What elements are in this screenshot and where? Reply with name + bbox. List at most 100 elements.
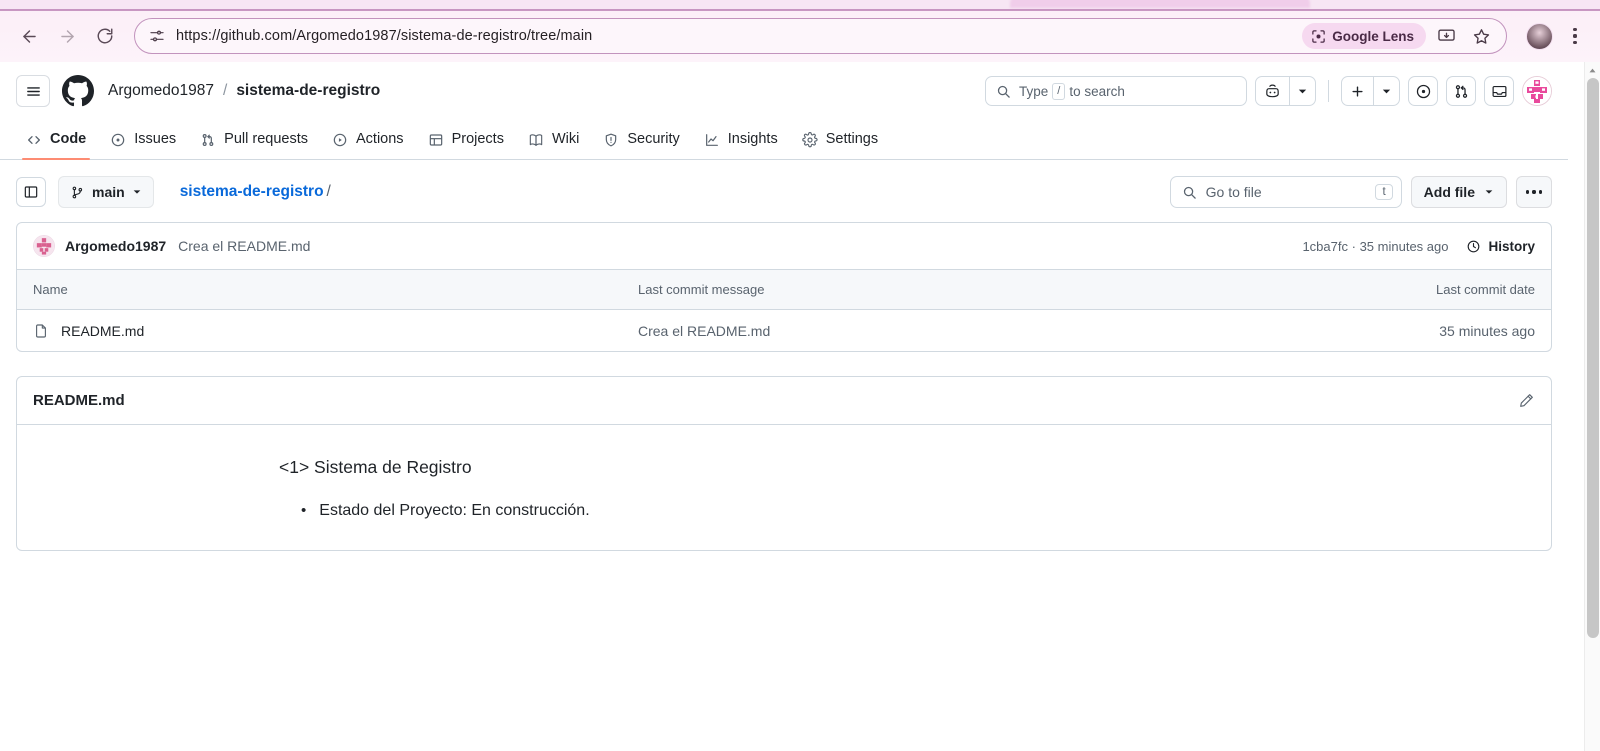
copilot-chevron-down-icon[interactable] (1289, 77, 1315, 105)
plus-icon[interactable] (1342, 77, 1373, 105)
history-button[interactable]: History (1466, 239, 1535, 254)
commit-message[interactable]: Crea el README.md (178, 238, 310, 254)
scrollbar-thumb[interactable] (1587, 78, 1599, 638)
readme-bullet-text: Estado del Proyecto: En construcción. (319, 502, 590, 519)
go-to-file-input[interactable]: Go to file t (1169, 176, 1402, 208)
tab-actions[interactable]: Actions (322, 120, 414, 159)
search-icon (1182, 185, 1197, 200)
tab-projects[interactable]: Projects (418, 120, 514, 159)
tab-projects-label: Projects (451, 131, 504, 148)
commit-author-avatar[interactable] (33, 235, 55, 257)
copilot-split-button[interactable] (1255, 76, 1316, 106)
page-viewport: Argomedo1987 / sistema-de-registro Type … (0, 62, 1600, 751)
tab-security[interactable]: Security (593, 120, 689, 159)
file-icon (33, 323, 49, 339)
create-new-split-button[interactable] (1341, 76, 1400, 106)
add-file-label: Add file (1423, 184, 1475, 200)
search-input[interactable]: Type / to search (985, 76, 1247, 106)
file-name-cell[interactable]: README.md (33, 323, 638, 339)
commit-hash[interactable]: 1cba7fc (1302, 239, 1348, 254)
path-breadcrumb-repo[interactable]: sistema-de-registro (180, 183, 324, 200)
add-file-button[interactable]: Add file (1410, 176, 1507, 208)
tab-pull-requests[interactable]: Pull requests (190, 120, 318, 159)
repository-toolbar-right: Go to file t Add file (1169, 176, 1552, 208)
search-slash-key: / (1052, 82, 1066, 100)
tab-code-label: Code (50, 131, 87, 148)
github-header: Argomedo1987 / sistema-de-registro Type … (0, 62, 1568, 120)
tab-settings-label: Settings (825, 131, 879, 148)
more-options-button[interactable] (1516, 176, 1552, 208)
readme-heading: <1> Sistema de Registro (279, 457, 472, 477)
your-issues-button[interactable] (1408, 76, 1438, 106)
column-header-date: Last commit date (1436, 282, 1535, 297)
readme-panel: README.md <1> Sistema de Registro Estado… (16, 376, 1552, 551)
global-nav-menu-button[interactable] (16, 75, 50, 107)
tab-settings[interactable]: Settings (792, 120, 888, 159)
column-header-message: Last commit message (638, 282, 765, 297)
scroll-up-arrow-icon[interactable] (1585, 62, 1600, 78)
tab-pull-requests-label: Pull requests (224, 131, 308, 148)
browser-tab-strip (0, 0, 1600, 11)
breadcrumb-owner[interactable]: Argomedo1987 (108, 82, 214, 100)
chrome-divider (0, 9, 1600, 11)
tab-insights-label: Insights (727, 131, 778, 148)
chrome-menu-button[interactable] (1562, 19, 1588, 53)
file-commit-message[interactable]: Crea el README.md (638, 323, 1350, 339)
tab-code[interactable]: Code (16, 120, 96, 160)
tab-wiki[interactable]: Wiki (518, 120, 589, 159)
path-breadcrumb-separator: / (326, 183, 331, 200)
tab-actions-label: Actions (356, 131, 404, 148)
forward-button[interactable] (50, 19, 84, 53)
back-button[interactable] (12, 19, 46, 53)
file-name-label: README.md (61, 322, 145, 339)
browser-profile-avatar[interactable] (1526, 22, 1553, 50)
readme-body: <1> Sistema de Registro Estado del Proye… (17, 425, 1551, 550)
search-placeholder-prefix: Type (1019, 83, 1049, 99)
tab-insights[interactable]: Insights (694, 120, 788, 159)
github-page: Argomedo1987 / sistema-de-registro Type … (0, 62, 1568, 751)
commit-author-name[interactable]: Argomedo1987 (65, 238, 166, 254)
page-scrollbar[interactable] (1584, 62, 1600, 751)
go-to-file-shortcut-key: t (1375, 184, 1393, 200)
tab-security-label: Security (627, 131, 680, 148)
tab-issues[interactable]: Issues (100, 120, 186, 159)
branch-name: main (92, 184, 125, 200)
repository-toolbar: main sistema-de-registro / Go to file t A… (0, 160, 1568, 222)
reload-button[interactable] (88, 19, 122, 53)
breadcrumb-repo[interactable]: sistema-de-registro (236, 82, 380, 100)
save-to-drive-icon[interactable] (1431, 21, 1461, 51)
branch-selector-button[interactable]: main (58, 176, 154, 208)
pencil-icon[interactable] (1518, 392, 1535, 409)
column-header-name: Name (33, 282, 68, 297)
commit-relative-time: 35 minutes ago (1359, 238, 1449, 254)
breadcrumb-separator: / (223, 82, 228, 99)
commit-meta-group: 1cba7fc · 35 minutes ago History (1302, 239, 1535, 254)
readme-header: README.md (17, 377, 1551, 425)
address-bar[interactable]: https://github.com/Argomedo1987/sistema-… (134, 18, 1507, 54)
table-row[interactable]: README.md Crea el README.md 35 minutes a… (17, 310, 1551, 351)
history-label: History (1488, 238, 1535, 254)
commit-meta-separator: · (1351, 238, 1356, 254)
go-to-file-placeholder: Go to file (1205, 184, 1262, 200)
latest-commit-bar: Argomedo1987 Crea el README.md 1cba7fc ·… (16, 222, 1552, 270)
list-item: Estado del Proyecto: En construcción. (301, 502, 1535, 520)
create-new-chevron-down-icon[interactable] (1373, 77, 1399, 105)
notifications-inbox-button[interactable] (1484, 76, 1514, 106)
site-settings-icon[interactable] (149, 28, 165, 44)
url-text: https://github.com/Argomedo1987/sistema-… (176, 28, 593, 44)
header-divider (1328, 80, 1329, 102)
your-pull-requests-button[interactable] (1446, 76, 1476, 106)
search-placeholder-suffix: to search (1069, 83, 1125, 99)
active-browser-tab[interactable] (1010, 0, 1310, 8)
search-icon (996, 84, 1011, 99)
readme-bullet-list: Estado del Proyecto: En construcción. (301, 502, 1535, 520)
google-lens-button[interactable]: Google Lens (1302, 23, 1426, 49)
user-avatar[interactable] (1522, 76, 1552, 106)
bookmark-star-icon[interactable] (1466, 21, 1496, 51)
github-logo-icon[interactable] (62, 75, 94, 107)
commit-hash-and-time: 1cba7fc · 35 minutes ago (1302, 239, 1448, 254)
file-tree-toggle-button[interactable] (16, 177, 46, 207)
file-list-table: Name Last commit message Last commit dat… (16, 270, 1552, 352)
tab-issues-label: Issues (134, 131, 177, 148)
copilot-icon[interactable] (1256, 77, 1289, 105)
